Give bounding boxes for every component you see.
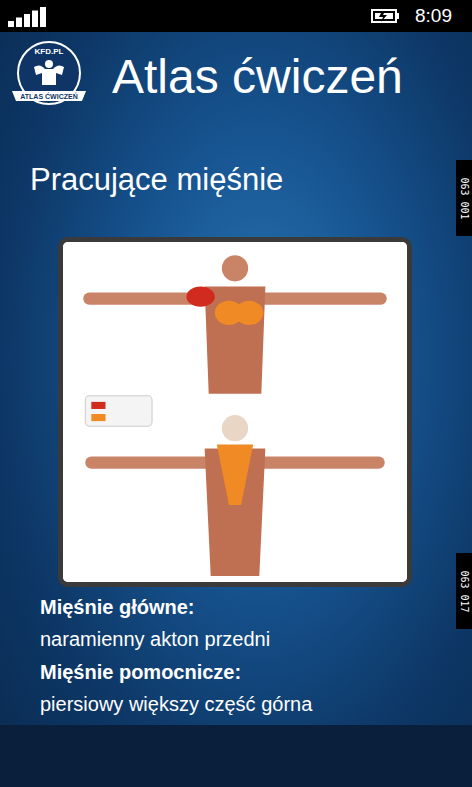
muscle-heading: Mięśnie pomocnicze: [40, 656, 452, 688]
status-bar: 8:09 [0, 0, 472, 32]
phone-screen: 8:09 KFD.PL ATLAS ĆWICZEŃ Atlas ćwiczeń Prac… [0, 0, 472, 787]
anatomy-figures-icon [63, 242, 407, 582]
app-bar [0, 725, 472, 787]
muscle-group: Mięśnie główne:naramienny akton przedni [40, 591, 452, 656]
svg-text:KFD.PL: KFD.PL [35, 47, 64, 56]
muscle-value: naramienny akton przedni [40, 623, 452, 656]
side-tab: 063 001 [456, 160, 472, 236]
svg-text:ATLAS ĆWICZEŃ: ATLAS ĆWICZEŃ [20, 92, 77, 100]
section-title: Pracujące mięśnie [30, 160, 472, 200]
muscle-list: Mięśnie główne:naramienny akton przedniM… [0, 587, 472, 721]
content: KFD.PL ATLAS ĆWICZEŃ Atlas ćwiczeń Pracując… [0, 32, 472, 725]
muscle-group: Mięśnie pomocnicze:piersiowy większy czę… [40, 656, 452, 721]
kfd-logo-icon: KFD.PL ATLAS ĆWICZEŃ [4, 39, 94, 113]
side-tab: 063 017 [456, 553, 472, 629]
app-title: Atlas ćwiczeń [112, 49, 403, 104]
muscle-heading: Mięśnie główne: [40, 591, 452, 623]
signal-icon [8, 5, 48, 27]
anatomy-image [58, 237, 412, 587]
clock: 8:09 [415, 5, 452, 27]
app-header: KFD.PL ATLAS ĆWICZEŃ Atlas ćwiczeń [0, 32, 472, 116]
battery-icon [371, 7, 401, 25]
muscle-value: piersiowy większy część górna [40, 688, 452, 721]
